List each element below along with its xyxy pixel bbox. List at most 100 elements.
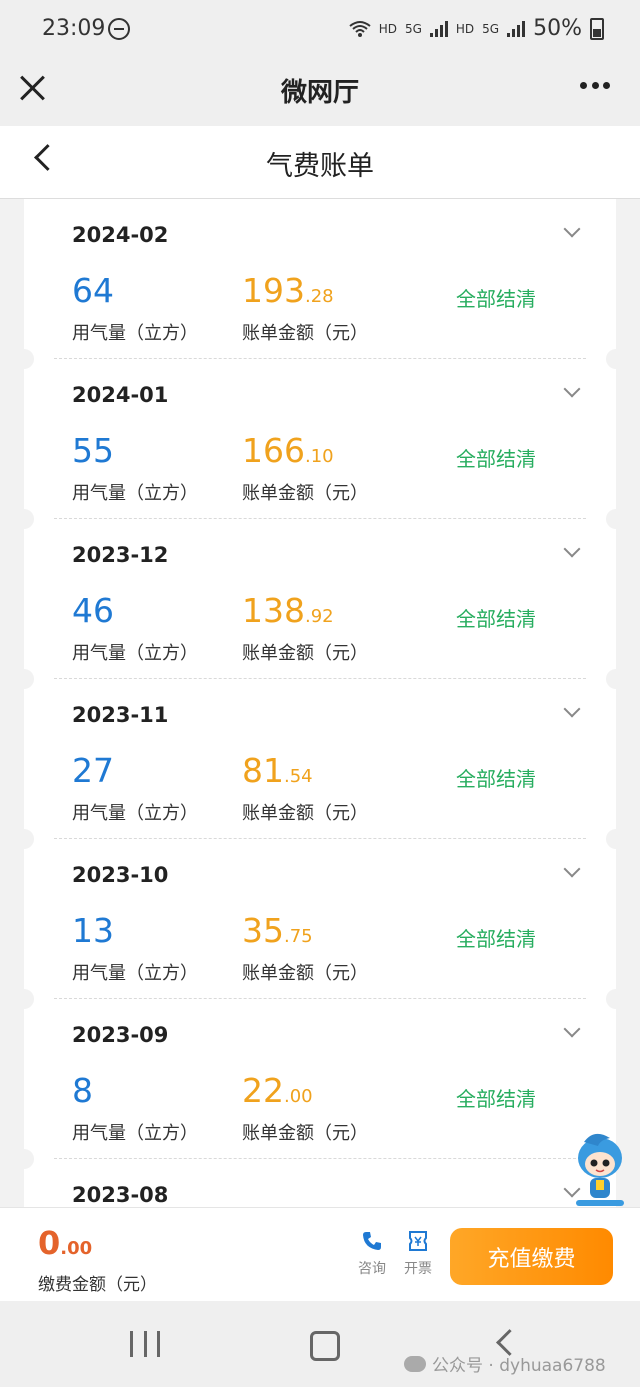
wifi-icon	[349, 20, 371, 37]
consult-button[interactable]: 咨询	[352, 1230, 392, 1278]
do-not-disturb-icon	[108, 18, 130, 40]
bill-amount: 138.92	[242, 591, 334, 630]
bill-list[interactable]: 2024-02 64 用气量（立方） 193.28 账单金额（元） 全部结清 2…	[24, 199, 616, 1207]
network-label-1: 5G	[404, 21, 422, 36]
status-badge: 全部结清	[456, 447, 536, 471]
gas-usage-label: 用气量（立方）	[72, 963, 198, 984]
bill-month: 2023-10	[72, 863, 169, 887]
system-nav-bar: 公众号 · dyhuaa6788	[0, 1301, 640, 1387]
bill-amount: 35.75	[242, 911, 313, 950]
status-badge: 全部结清	[456, 607, 536, 631]
gas-usage-value: 27	[72, 751, 114, 790]
gas-usage-label: 用气量（立方）	[72, 323, 198, 344]
bill-item[interactable]: 2023-10 13 用气量（立方） 35.75 账单金额（元） 全部结清	[24, 839, 616, 1009]
payment-bar: 0.00 缴费金额（元） 咨询 开票 充值缴费	[0, 1207, 640, 1302]
bill-item[interactable]: 2023-09 8 用气量（立方） 22.00 账单金额（元） 全部结清	[24, 999, 616, 1169]
chevron-down-icon[interactable]	[563, 380, 581, 398]
bill-amount-label: 账单金额（元）	[242, 1123, 368, 1144]
watermark: 公众号 · dyhuaa6788	[404, 1351, 606, 1376]
bill-amount-int: 138	[242, 591, 305, 630]
bill-amount-int: 166	[242, 431, 305, 470]
bill-amount: 193.28	[242, 271, 334, 310]
status-time: 23:09	[42, 16, 106, 41]
payment-amount-dec: .00	[60, 1238, 93, 1259]
gas-usage-value: 8	[72, 1071, 93, 1110]
bill-item[interactable]: 2023-08	[24, 1159, 616, 1207]
chevron-down-icon[interactable]	[563, 700, 581, 718]
status-badge: 全部结清	[456, 767, 536, 791]
bill-item[interactable]: 2024-02 64 用气量（立方） 193.28 账单金额（元） 全部结清	[24, 199, 616, 369]
wechat-icon	[404, 1355, 426, 1372]
battery-percent: 50%	[533, 16, 582, 41]
bill-amount-int: 193	[242, 271, 305, 310]
gas-usage-value: 46	[72, 591, 114, 630]
bill-month: 2024-02	[72, 223, 169, 247]
status-right: HD 5G HD 5G 50%	[349, 16, 604, 41]
bill-amount-label: 账单金额（元）	[242, 483, 368, 504]
home-icon[interactable]	[310, 1331, 340, 1361]
bill-amount: 22.00	[242, 1071, 313, 1110]
bill-amount-label: 账单金额（元）	[242, 803, 368, 824]
bill-month: 2023-08	[72, 1183, 169, 1207]
phone-icon	[363, 1232, 381, 1250]
recents-icon[interactable]	[130, 1331, 160, 1357]
miniprogram-title: 微网厅	[280, 78, 359, 108]
bill-month: 2023-11	[72, 703, 169, 727]
gas-usage-value: 64	[72, 271, 114, 310]
chevron-down-icon[interactable]	[563, 540, 581, 558]
chevron-down-icon[interactable]	[563, 1020, 581, 1038]
bill-amount: 166.10	[242, 431, 334, 470]
payment-amount: 0.00	[38, 1224, 92, 1262]
gas-usage-label: 用气量（立方）	[72, 1123, 198, 1144]
bill-amount-dec: .92	[305, 606, 334, 627]
chevron-down-icon[interactable]	[563, 860, 581, 878]
miniprogram-bar: 微网厅	[0, 60, 640, 126]
bill-item[interactable]: 2023-12 46 用气量（立方） 138.92 账单金额（元） 全部结清	[24, 519, 616, 689]
bill-amount-dec: .28	[305, 286, 334, 307]
bill-month: 2023-12	[72, 543, 169, 567]
bill-amount-dec: .75	[284, 926, 313, 947]
recharge-button[interactable]: 充值缴费	[450, 1228, 613, 1285]
bill-item[interactable]: 2024-01 55 用气量（立方） 166.10 账单金额（元） 全部结清	[24, 359, 616, 529]
bill-amount-label: 账单金额（元）	[242, 323, 368, 344]
page-header: 气费账单	[0, 126, 640, 199]
network-label-2: 5G	[482, 21, 500, 36]
bill-amount-dec: .10	[305, 446, 334, 467]
bill-amount-int: 22	[242, 1071, 284, 1110]
signal-icon-2	[507, 20, 526, 37]
bill-amount: 81.54	[242, 751, 313, 790]
payment-amount-int: 0	[38, 1224, 61, 1262]
payment-amount-label: 缴费金额（元）	[38, 1275, 157, 1295]
bill-month: 2024-01	[72, 383, 169, 407]
hd-label-1: HD	[378, 21, 397, 36]
bill-amount-int: 81	[242, 751, 284, 790]
bill-month: 2023-09	[72, 1023, 169, 1047]
more-icon[interactable]	[580, 82, 610, 90]
consult-label: 咨询	[358, 1261, 386, 1277]
hd-label-2: HD	[455, 21, 475, 36]
invoice-button[interactable]: 开票	[398, 1230, 438, 1278]
mascot-icon[interactable]	[570, 1132, 630, 1212]
gas-usage-label: 用气量（立方）	[72, 643, 198, 664]
invoice-label: 开票	[404, 1261, 432, 1277]
status-bar: 23:09 HD 5G HD 5G 50%	[0, 0, 640, 60]
watermark-text: 公众号 · dyhuaa6788	[432, 1356, 606, 1376]
bill-item[interactable]: 2023-11 27 用气量（立方） 81.54 账单金额（元） 全部结清	[24, 679, 616, 849]
gas-usage-label: 用气量（立方）	[72, 483, 198, 504]
status-badge: 全部结清	[456, 927, 536, 951]
gas-usage-value: 13	[72, 911, 114, 950]
battery-icon	[590, 17, 604, 40]
bill-amount-dec: .54	[284, 766, 313, 787]
signal-icon-1	[429, 20, 448, 37]
gas-usage-value: 55	[72, 431, 114, 470]
bill-amount-label: 账单金额（元）	[242, 643, 368, 664]
status-badge: 全部结清	[456, 1087, 536, 1111]
status-badge: 全部结清	[456, 287, 536, 311]
bill-amount-label: 账单金额（元）	[242, 963, 368, 984]
ticket-icon	[409, 1231, 427, 1251]
page-title: 气费账单	[266, 151, 374, 182]
bill-amount-dec: .00	[284, 1086, 313, 1107]
gas-usage-label: 用气量（立方）	[72, 803, 198, 824]
chevron-down-icon[interactable]	[563, 220, 581, 238]
bill-amount-int: 35	[242, 911, 284, 950]
